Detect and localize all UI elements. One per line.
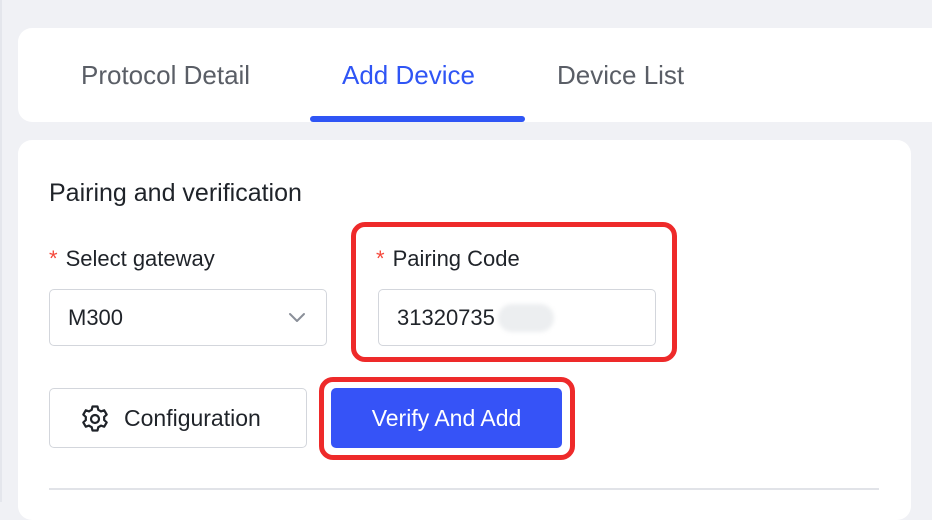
section-title: Pairing and verification [49, 179, 302, 207]
tab-protocol-detail[interactable]: Protocol Detail [81, 59, 250, 91]
gear-icon [82, 405, 108, 432]
verify-and-add-button[interactable]: Verify And Add [331, 388, 562, 448]
required-asterisk: * [49, 246, 58, 271]
required-asterisk: * [376, 246, 385, 271]
configuration-button-label: Configuration [124, 405, 261, 431]
gateway-select[interactable]: M300 [49, 289, 327, 346]
gateway-label-text: Select gateway [65, 246, 215, 271]
redaction-blur [498, 304, 554, 332]
tab-add-device[interactable]: Add Device [342, 59, 475, 91]
tab-device-list[interactable]: Device List [557, 59, 684, 91]
divider [49, 488, 879, 490]
chevron-down-icon [289, 313, 305, 322]
gateway-label: * Select gateway [49, 246, 215, 272]
tab-bar: Protocol Detail Add Device Device List [18, 28, 932, 122]
configuration-button[interactable]: Configuration [49, 388, 307, 448]
gateway-select-value: M300 [68, 305, 124, 330]
pairing-code-label-text: Pairing Code [392, 246, 520, 271]
left-edge [0, 0, 2, 502]
active-tab-indicator [310, 116, 525, 122]
pairing-form-card: Pairing and verification * Select gateway… [18, 140, 911, 520]
pairing-code-label: * Pairing Code [376, 246, 520, 272]
